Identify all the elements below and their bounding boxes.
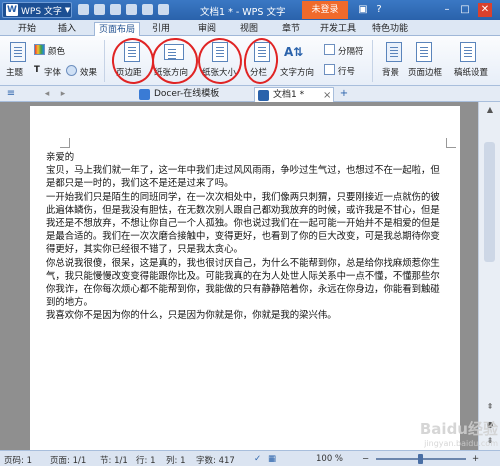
- font-label: 字体: [44, 68, 62, 78]
- background-icon: [386, 42, 402, 62]
- page-up-icon[interactable]: ⇞: [484, 402, 496, 411]
- ribbon-separator: [104, 40, 105, 82]
- doc-tab-label: 文档1 *: [273, 90, 305, 100]
- tab-view[interactable]: 视图: [236, 22, 262, 36]
- status-page-number: 页码: 1: [4, 456, 32, 466]
- redo-icon[interactable]: [158, 4, 169, 15]
- status-section: 节: 1/1: [100, 456, 128, 466]
- tab-review[interactable]: 审阅: [194, 22, 220, 36]
- status-page-of: 页面: 1/1: [50, 456, 87, 466]
- paragraph: 我喜欢你不是因为你的什么，只是因为你就是你，你就是我的梁兴伟。: [46, 310, 337, 322]
- help-icon[interactable]: ?: [372, 3, 386, 17]
- color-icon: [34, 44, 45, 55]
- view-icon[interactable]: ▦: [268, 454, 276, 464]
- app-menu-button[interactable]: W WPS 文字 ▼: [2, 2, 72, 18]
- font-icon: T: [34, 65, 40, 75]
- tab-references[interactable]: 引用: [148, 22, 174, 36]
- new-tab-icon[interactable]: +: [337, 87, 351, 101]
- effect-label: 效果: [80, 68, 98, 78]
- effect-icon: [66, 65, 77, 76]
- doc-tab-docer[interactable]: Docer-在线模板: [136, 87, 250, 102]
- nav-prev-icon[interactable]: ◂: [40, 87, 54, 101]
- tab-start[interactable]: 开始: [14, 22, 40, 36]
- document-tab-bar: ≡ ◂ ▸ Docer-在线模板 文档1 * × +: [0, 86, 500, 102]
- paragraph: 宝贝，马上我们就一年了，这一年中我们走过风风雨雨，争吵过生气过，也想过不在一起啦…: [46, 165, 440, 190]
- minimize-icon[interactable]: –: [440, 3, 454, 17]
- ribbon-separator: [372, 40, 373, 82]
- status-bar: 页码: 1 页面: 1/1 节: 1/1 行: 1 列: 1 字数: 417 ✓…: [0, 450, 500, 466]
- tab-chapter[interactable]: 章节: [278, 22, 304, 36]
- scroll-up-icon[interactable]: ▲: [484, 105, 496, 114]
- watermark-url: jingyan.baidu.com: [424, 439, 498, 448]
- paragraph: 你总说我很傻，很呆，这是真的，我也很讨厌自己，为什么不能帮到你，总是给你找麻烦惹…: [46, 257, 440, 309]
- draft-paper-icon: [460, 42, 476, 62]
- skin-icon[interactable]: ▣: [356, 3, 370, 17]
- login-button[interactable]: 未登录: [302, 1, 348, 19]
- status-word-count[interactable]: 字数: 417: [196, 454, 235, 466]
- zoom-in-icon[interactable]: +: [472, 454, 479, 464]
- page-border-icon: [416, 42, 432, 62]
- docer-icon: [139, 89, 150, 100]
- chevron-down-icon: ▼: [64, 6, 71, 14]
- status-zoom: 100 %: [316, 454, 344, 464]
- app-menu-label: WPS 文字: [21, 6, 62, 17]
- watermark-text: Baidu经验: [419, 420, 498, 438]
- menu-icon[interactable]: ≡: [4, 87, 18, 101]
- text-direction-icon: A⇅: [284, 45, 304, 59]
- draft-paper-label: 稿纸设置: [454, 68, 489, 78]
- line-numbers-label: 行号: [338, 67, 356, 77]
- vertical-scrollbar[interactable]: ▲ ⇞ ● ⇟: [478, 102, 500, 450]
- window-title: 文档1 * - WPS 文字: [200, 7, 286, 18]
- save-icon[interactable]: [110, 4, 121, 15]
- theme-label: 主题: [6, 68, 24, 78]
- tab-insert[interactable]: 插入: [54, 22, 80, 36]
- open-icon[interactable]: [94, 4, 105, 15]
- status-column: 列: 1: [166, 456, 186, 466]
- wps-doc-icon: [258, 90, 269, 101]
- line-numbers-icon: [324, 64, 335, 75]
- close-tab-icon[interactable]: ×: [323, 88, 331, 103]
- document-canvas[interactable]: 亲爱的 宝贝，马上我们就一年了，这一年中我们走过风风雨雨，争吵过生气过，也想过不…: [0, 102, 478, 450]
- tab-special[interactable]: 特色功能: [368, 22, 412, 36]
- wps-logo-icon: W: [6, 4, 18, 16]
- document-body[interactable]: 亲爱的 宝贝，马上我们就一年了，这一年中我们走过风风雨雨，争吵过生气过，也想过不…: [46, 151, 442, 323]
- status-row: 行: 1: [136, 456, 156, 466]
- scroll-thumb[interactable]: [484, 142, 495, 262]
- margin-marker: [446, 138, 456, 148]
- maximize-icon[interactable]: □: [458, 3, 472, 17]
- spellcheck-icon[interactable]: ✓: [254, 454, 261, 464]
- nav-next-icon[interactable]: ▸: [56, 87, 70, 101]
- ribbon-tabs: 开始 插入 页面布局 引用 审阅 视图 章节 开发工具 特色功能: [0, 20, 500, 36]
- zoom-out-icon[interactable]: −: [362, 454, 369, 464]
- doc-tab-document1[interactable]: 文档1 * ×: [254, 87, 334, 102]
- undo-icon[interactable]: [142, 4, 153, 15]
- page-border-label: 页面边框: [408, 68, 443, 78]
- text-direction-label: 文字方向: [280, 68, 315, 78]
- tab-developer[interactable]: 开发工具: [316, 22, 360, 36]
- print-icon[interactable]: [126, 4, 137, 15]
- theme-icon: [10, 42, 26, 62]
- baidu-watermark: Baidu经验 jingyan.baidu.com: [390, 418, 498, 448]
- breaks-label: 分隔符: [338, 47, 364, 57]
- margin-marker: [60, 138, 70, 148]
- color-label: 颜色: [48, 47, 66, 57]
- breaks-icon: [324, 44, 335, 55]
- title-bar: W WPS 文字 ▼ 文档1 * - WPS 文字 未登录 ▣ ? – □ ✕: [0, 0, 500, 20]
- tab-page-layout[interactable]: 页面布局: [94, 22, 141, 36]
- background-label: 背景: [382, 68, 400, 78]
- paragraph: 一开始我们只是陌生的同班同学，在一次次相处中，我们像两只刺猬，只要刚接近一点就伤…: [46, 191, 440, 256]
- document-page[interactable]: 亲爱的 宝贝，马上我们就一年了，这一年中我们走过风风雨雨，争吵过生气过，也想过不…: [30, 106, 460, 450]
- new-doc-icon[interactable]: [78, 4, 89, 15]
- zoom-slider-knob[interactable]: [418, 454, 423, 464]
- greeting-line: 亲爱的: [46, 152, 75, 163]
- doc-tab-label: Docer-在线模板: [154, 89, 220, 99]
- close-icon[interactable]: ✕: [478, 3, 492, 17]
